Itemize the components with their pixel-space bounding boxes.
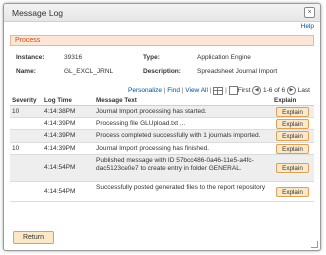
table-row: 4:14:39PM Process completed successfully… xyxy=(10,130,314,143)
message-text-cell: Processing file GLUpload.txt ... xyxy=(96,120,186,127)
row-range: 1-6 of 6 xyxy=(263,87,286,95)
nav-separator: | xyxy=(209,87,212,95)
log-time-cell: 4:14:54PM xyxy=(44,164,76,171)
explain-button[interactable]: Explain xyxy=(276,187,309,197)
message-text-cell: Journal Import processing has started. xyxy=(96,108,207,115)
explain-button[interactable]: Explain xyxy=(276,144,309,154)
resize-grip-icon[interactable] xyxy=(311,241,318,248)
log-time-cell: 4:14:39PM xyxy=(44,132,76,139)
table-row: 4:14:54PM Published message with ID 57bc… xyxy=(10,155,314,182)
log-time-cell: 4:14:54PM xyxy=(44,188,76,195)
table-row: 4:14:39PM Processing file GLUpload.txt .… xyxy=(10,118,314,130)
personalize-link[interactable]: Personalize xyxy=(128,87,162,94)
message-text-cell: Journal Import processing has finished. xyxy=(96,145,210,152)
severity-cell: 10 xyxy=(12,108,20,115)
nav-separator: | xyxy=(225,87,227,95)
name-value: GL_EXCL_JRNL xyxy=(64,68,114,75)
type-value: Application Engine xyxy=(197,54,251,61)
previous-page-icon[interactable]: ◀ xyxy=(252,86,262,95)
table-row: 10 4:14:39PM Journal Import processing h… xyxy=(10,143,314,155)
close-icon[interactable]: × xyxy=(304,7,315,18)
table-row: 4:14:54PM Successfully posted generated … xyxy=(10,182,314,202)
nav-separator: | xyxy=(163,87,166,95)
log-time-cell: 4:14:38PM xyxy=(44,108,76,115)
message-text-cell: Process completed successfully with 1 jo… xyxy=(96,132,261,139)
grid-header: Severity Log Time Message Text Explain xyxy=(10,96,314,106)
section-title: Process xyxy=(15,37,41,44)
find-link[interactable]: Find xyxy=(167,87,180,94)
type-label: Type: xyxy=(143,54,160,61)
column-header-explain: Explain xyxy=(274,97,297,104)
description-label: Description: xyxy=(143,68,181,75)
instance-value: 39316 xyxy=(64,54,83,61)
grid-tools: Personalize | Find | View All | | xyxy=(128,86,238,95)
grid-icon[interactable] xyxy=(213,86,224,95)
column-header-message-text: Message Text xyxy=(96,97,137,104)
explain-button[interactable]: Explain xyxy=(276,163,309,173)
help-link[interactable]: Help xyxy=(301,23,314,30)
dialog-title: Message Log xyxy=(12,8,64,18)
last-link[interactable]: Last xyxy=(298,87,310,94)
instance-label: Instance: xyxy=(16,54,45,61)
grid-navigation-bar: Personalize | Find | View All | | First … xyxy=(10,85,314,95)
message-text-cell: Published message with ID 57bcc486-0a46-… xyxy=(96,157,254,172)
first-link[interactable]: First xyxy=(238,87,251,94)
view-all-link[interactable]: View All xyxy=(185,87,208,94)
process-section-header: Process xyxy=(10,35,314,46)
nav-separator: | xyxy=(181,87,184,95)
log-time-cell: 4:14:39PM xyxy=(44,145,76,152)
explain-button[interactable]: Explain xyxy=(276,107,309,117)
table-row: 10 4:14:38PM Journal Import processing h… xyxy=(10,106,314,118)
dialog-titlebar[interactable]: Message Log × xyxy=(4,4,320,22)
description-value: Spreadsheet Journal Import xyxy=(197,68,278,75)
severity-cell: 10 xyxy=(12,145,20,152)
return-button[interactable]: Return xyxy=(13,231,54,244)
message-log-dialog: Message Log × Help Process Instance: 393… xyxy=(3,3,321,251)
message-text-cell: Successfully posted generated files to t… xyxy=(96,184,266,191)
column-header-log-time: Log Time xyxy=(44,97,72,104)
next-page-icon[interactable]: ▶ xyxy=(286,86,296,95)
log-time-cell: 4:14:39PM xyxy=(44,120,76,127)
column-header-severity: Severity xyxy=(12,97,37,104)
download-icon[interactable] xyxy=(228,86,238,95)
pagination: First ◀ 1-6 of 6 ▶ Last xyxy=(238,86,310,95)
name-label: Name: xyxy=(16,68,36,75)
explain-button[interactable]: Explain xyxy=(276,131,309,141)
explain-button[interactable]: Explain xyxy=(276,119,309,129)
